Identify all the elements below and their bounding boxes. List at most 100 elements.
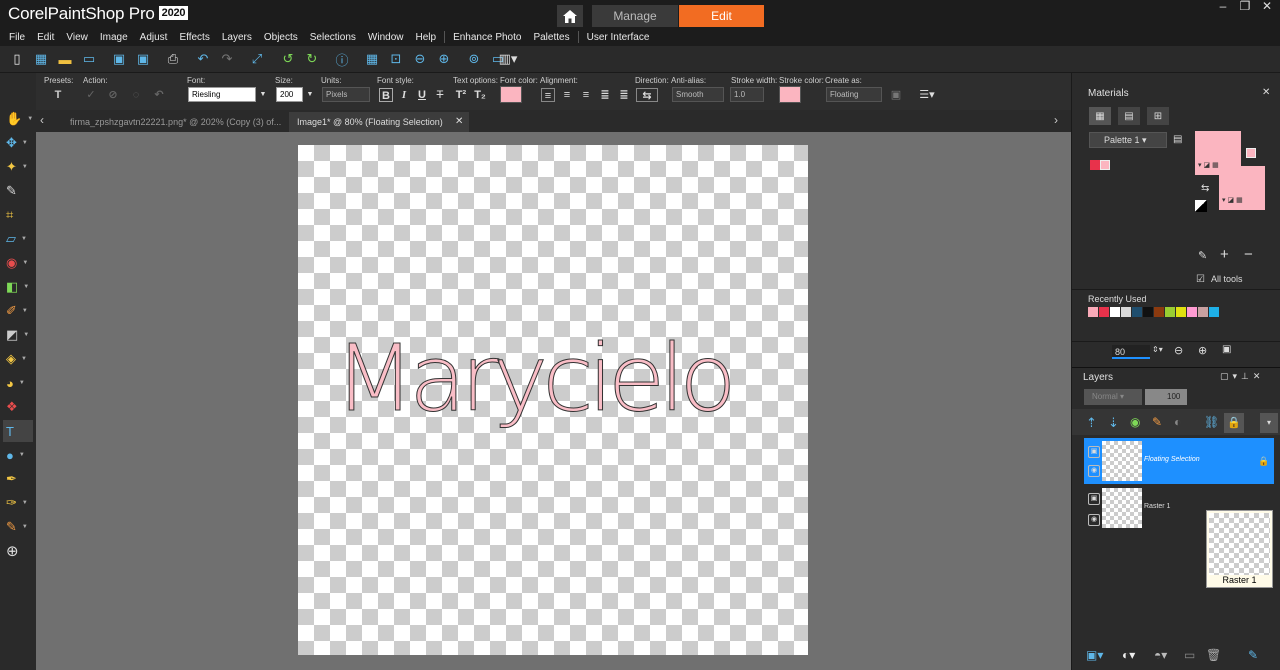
edit-tab[interactable]: Edit [679,5,764,27]
defloat-icon[interactable]: ▣ [889,88,903,102]
reset-colors-icon[interactable] [1195,200,1207,212]
convert-icon[interactable]: ◌ [129,88,143,102]
remove-swatch-icon[interactable]: − [1244,246,1253,263]
recent-color-swatch[interactable] [1198,307,1208,317]
delete-layer-icon[interactable]: 🗑 [1206,648,1221,662]
recent-color-swatch[interactable] [1132,307,1142,317]
dropper-icon[interactable]: ✎ [1198,249,1207,262]
materials-close-icon[interactable]: ✕ [1262,87,1270,98]
underline-button[interactable]: U [415,88,429,102]
layer-visibility-icon[interactable]: ◉ [1088,465,1100,477]
group-icon[interactable]: ▭ [1184,648,1195,662]
menu-window[interactable]: Window [362,32,410,43]
layer-visibility-icon[interactable]: ◉ [1088,514,1100,526]
antialias-select[interactable]: Smooth [672,87,724,102]
visibility-toggle-icon[interactable]: ◉ [1130,415,1140,429]
rotate-left-icon[interactable]: ↺ [280,51,296,67]
background-color[interactable] [1219,166,1265,196]
open-folder-icon[interactable]: ▬ [57,51,73,67]
palette-select[interactable]: Palette 1 ▾ [1089,132,1167,148]
units-select[interactable]: Pixels [322,87,370,102]
create-as-select[interactable]: Floating [826,87,882,102]
layer-opacity-input[interactable]: 100 [1145,389,1187,405]
recent-color-swatch[interactable] [1099,307,1109,317]
font-dropdown-icon[interactable]: ▼ [256,88,270,102]
layer-lock-icon[interactable]: 🔒 [1258,456,1269,467]
info-icon[interactable]: ⓘ [334,51,350,68]
subscript-icon[interactable]: T₂ [473,88,487,102]
recent-color-swatch[interactable] [1187,307,1197,317]
justify-icon[interactable]: ≣ [598,88,612,102]
move-tool-icon[interactable]: ✥ ▼ [3,132,33,154]
zoom-fit-icon[interactable]: ⊚ [466,51,482,67]
palette-menu-icon[interactable]: ▣ [1222,344,1231,355]
apply-icon[interactable]: ✓ [84,88,98,102]
recent-color-swatch[interactable] [1121,307,1131,317]
recent-color-swatch[interactable] [1110,307,1120,317]
background-material-icons[interactable]: ▾◪▦ [1219,196,1265,210]
direction-icon[interactable]: ⇆ [636,88,658,102]
menu-edit[interactable]: Edit [31,32,60,43]
pen-tool-icon[interactable]: ✒ [3,468,33,490]
recent-color-swatch[interactable] [1209,307,1219,317]
zoom-in-palette-icon[interactable]: ⊕ [1198,344,1207,357]
floating-text-selection[interactable]: Marycielo [334,325,738,433]
zoom-out-palette-icon[interactable]: ⊖ [1174,344,1183,357]
rotate-right-icon[interactable]: ↻ [304,51,320,67]
paint-brush-icon[interactable]: ✐ ▼ [3,300,33,322]
strikethrough-button[interactable]: T [433,88,447,102]
swap-colors-icon[interactable]: ⇆ [1201,183,1209,194]
recent-color-swatch[interactable] [1165,307,1175,317]
bold-button[interactable]: B [379,88,393,102]
blend-mode-select[interactable]: Normal ▾ [1084,389,1142,405]
fit-window-icon[interactable]: ⊡ [388,51,404,67]
doc-tab-firma[interactable]: firma_zpshzgavtn22221.png* @ 202% (Copy … [62,112,288,132]
lock-layer-icon[interactable]: 🔒 [1224,413,1244,433]
wrap-icon[interactable]: ↶ [152,88,166,102]
font-color-swatch[interactable] [500,86,522,103]
recent-color-swatch[interactable] [1176,307,1186,317]
save-icon[interactable]: ▣ [111,51,127,67]
picture-tube-icon[interactable]: ❖ [3,396,33,418]
swatch-pink[interactable] [1100,160,1110,170]
save-as-icon[interactable]: ▣ [135,51,151,67]
undo-icon[interactable]: ↶ [195,51,211,67]
layers-menu-icon[interactable]: ▾ [1260,413,1278,433]
new-layer-icon[interactable]: ▣▾ [1086,648,1103,662]
scan-icon[interactable]: ▭ [81,51,97,67]
opacity-spinner-icon[interactable]: ⇕▾ [1152,345,1163,354]
new-file-icon[interactable]: ▯ [9,51,25,67]
manage-tab[interactable]: Manage [592,5,678,27]
clone-brush-icon[interactable]: ◧ ▼ [3,276,33,298]
workspace-layout-icon[interactable]: ▥▾ [499,51,518,67]
menu-user-interface[interactable]: User Interface [581,32,656,43]
text-preset-icon[interactable]: T [51,88,65,102]
tabs-left-icon[interactable]: ‹ [40,113,44,127]
font-select[interactable]: Riesling [188,87,256,102]
menu-effects[interactable]: Effects [173,32,215,43]
close-icon[interactable]: ✕ [1256,0,1278,14]
restore-icon[interactable]: ❐ [1234,0,1256,14]
link-layers-icon[interactable]: ⛓ [1204,415,1219,429]
options-menu-icon[interactable]: ☰▾ [916,88,938,102]
eraser-icon[interactable]: ◈ ▼ [3,348,33,370]
swatch-red[interactable] [1090,160,1100,170]
menu-view[interactable]: View [60,32,94,43]
opacity-input[interactable]: 80 [1112,345,1150,359]
menu-file[interactable]: File [3,32,31,43]
new-mask-icon[interactable]: ◓▾ [1154,648,1167,662]
zoom-out-icon[interactable]: ⊖ [412,51,428,67]
menu-image[interactable]: Image [94,32,134,43]
eyedropper-icon[interactable]: ✎ [3,180,33,202]
menu-help[interactable]: Help [409,32,442,43]
cancel-action-icon[interactable]: ⊘ [106,88,120,102]
layers-window-controls-icon[interactable]: ▢▾⊥✕ [1220,371,1264,382]
flood-fill-icon[interactable]: ◕ ▼ [3,372,33,394]
frame-view-icon[interactable]: ⊞ [1147,107,1169,125]
rainbow-view-icon[interactable]: ▤ [1118,107,1140,125]
crop-tool-icon[interactable]: ⌗ [3,204,33,226]
menu-layers[interactable]: Layers [216,32,258,43]
home-tab[interactable] [557,5,583,27]
lighten-brush-icon[interactable]: ✎ ▼ [3,516,33,538]
menu-objects[interactable]: Objects [258,32,304,43]
